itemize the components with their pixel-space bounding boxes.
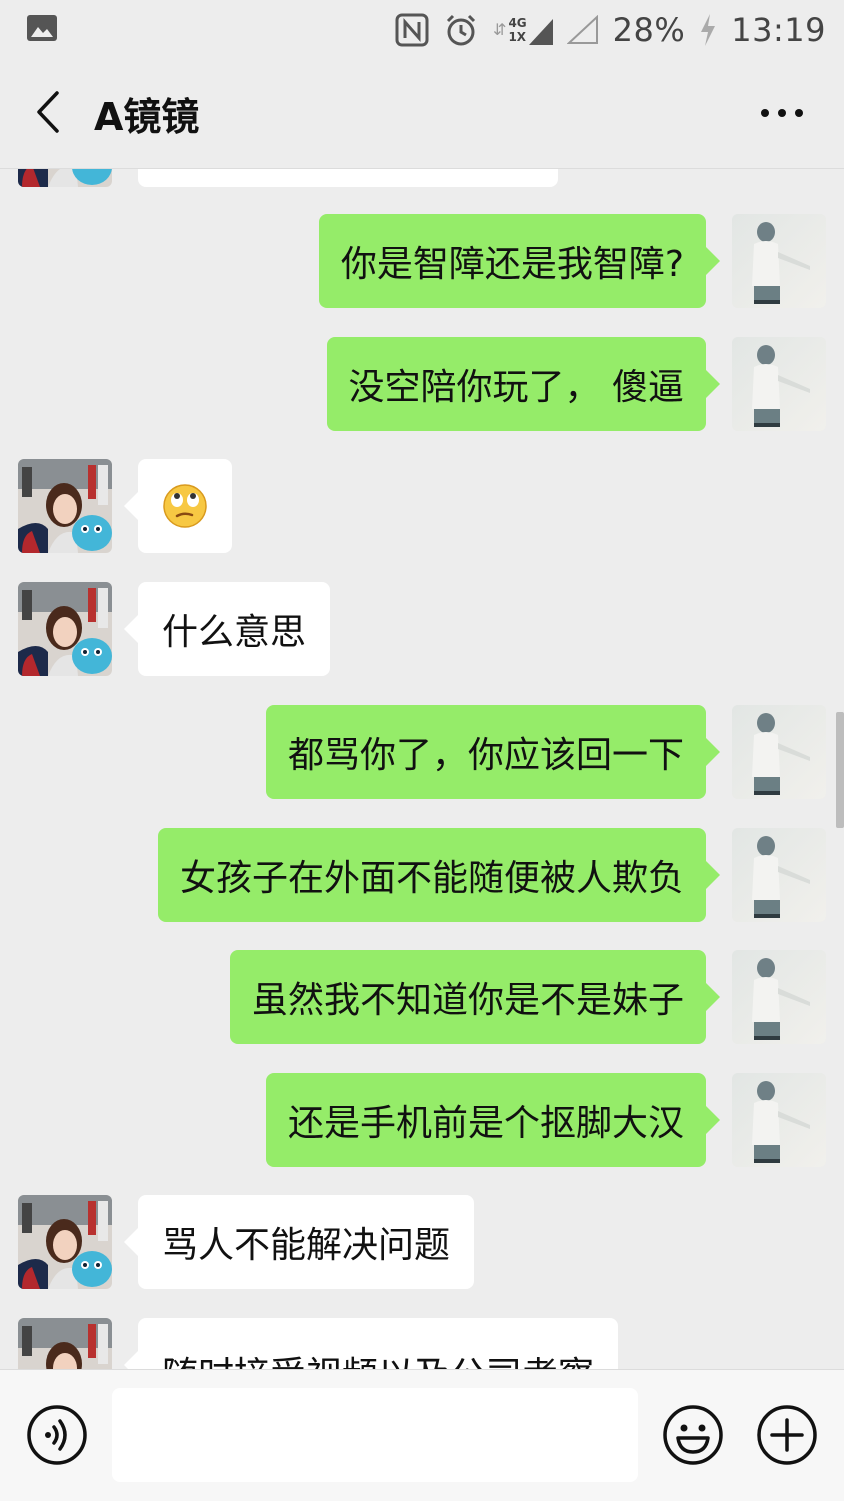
alarm-icon — [446, 14, 476, 46]
my-avatar[interactable] — [732, 214, 826, 308]
more-functions-button[interactable] — [756, 1404, 818, 1466]
charging-icon — [701, 14, 716, 46]
message-text: 什么意思 — [162, 612, 307, 653]
message-bubble[interactable] — [124, 459, 232, 553]
message-text: 骂人不能解决问题 — [162, 1225, 451, 1266]
message-bubble[interactable]: 随时接受视频以及公司考察 — [123, 1318, 619, 1369]
my-avatar[interactable] — [732, 1073, 826, 1167]
emoji-button[interactable] — [662, 1404, 724, 1466]
nfc-icon — [395, 13, 429, 47]
message-bubble[interactable]: 都骂你了，你应该回一下 — [265, 705, 721, 799]
my-avatar[interactable] — [732, 705, 826, 799]
message-bubble[interactable]: 你是智障还是我智障? — [318, 214, 721, 308]
network-type2-label: 1X — [508, 30, 527, 44]
back-button[interactable] — [22, 82, 72, 142]
scrollbar[interactable] — [836, 712, 844, 828]
signal-icon — [528, 19, 553, 45]
message-text: 虽然我不知道你是不是妹子 — [251, 980, 684, 1021]
contact-avatar[interactable] — [18, 459, 112, 553]
chat-title: A镜镜 — [94, 95, 200, 139]
my-avatar[interactable] — [732, 337, 826, 431]
message-bubble[interactable] — [138, 169, 558, 187]
message-text: 都骂你了，你应该回一下 — [287, 735, 684, 776]
signal-empty-icon — [566, 15, 598, 44]
message-text: 女孩子在外面不能随便被人欺负 — [179, 858, 684, 899]
my-avatar[interactable] — [732, 828, 826, 922]
status-bar: ⇵ 4G 1X 28% 13:19 — [0, 0, 844, 58]
chat-header: A镜镜 — [0, 58, 844, 169]
message-bubble[interactable]: 女孩子在外面不能随便被人欺负 — [157, 828, 721, 922]
message-bubble[interactable]: 虽然我不知道你是不是妹子 — [229, 950, 721, 1044]
message-input[interactable] — [112, 1388, 638, 1482]
gallery-notification-icon — [27, 15, 57, 41]
contact-avatar[interactable] — [18, 169, 112, 187]
message-bubble[interactable]: 还是手机前是个抠脚大汉 — [265, 1073, 721, 1167]
more-dots-icon — [761, 109, 803, 117]
eye-roll-emoji-icon — [163, 484, 207, 528]
message-bubble[interactable]: 没空陪你玩了， 傻逼 — [326, 337, 721, 431]
message-text: 你是智障还是我智障? — [340, 244, 684, 285]
contact-avatar[interactable] — [18, 1318, 112, 1369]
clock: 13:19 — [731, 11, 826, 49]
contact-avatar[interactable] — [18, 582, 112, 676]
message-text: 没空陪你玩了， 傻逼 — [348, 367, 684, 408]
chevron-left-icon — [37, 91, 59, 133]
voice-input-button[interactable] — [26, 1404, 88, 1466]
message-bubble[interactable]: 什么意思 — [123, 582, 331, 676]
contact-avatar[interactable] — [18, 1195, 112, 1289]
more-options-button[interactable] — [754, 90, 810, 136]
network-type-label: 4G — [508, 16, 527, 30]
message-text: 还是手机前是个抠脚大汉 — [287, 1103, 684, 1144]
message-list[interactable]: 你是智障还是我智障? 没空陪你玩了， 傻逼 什么意思 都骂你了，你应该回一下 女… — [0, 169, 844, 1369]
input-bar — [0, 1369, 844, 1501]
message-bubble[interactable]: 骂人不能解决问题 — [123, 1195, 475, 1289]
message-text: 随时接受视频以及公司考察 — [162, 1346, 594, 1369]
my-avatar[interactable] — [732, 950, 826, 1044]
battery-percent: 28% — [612, 11, 686, 49]
